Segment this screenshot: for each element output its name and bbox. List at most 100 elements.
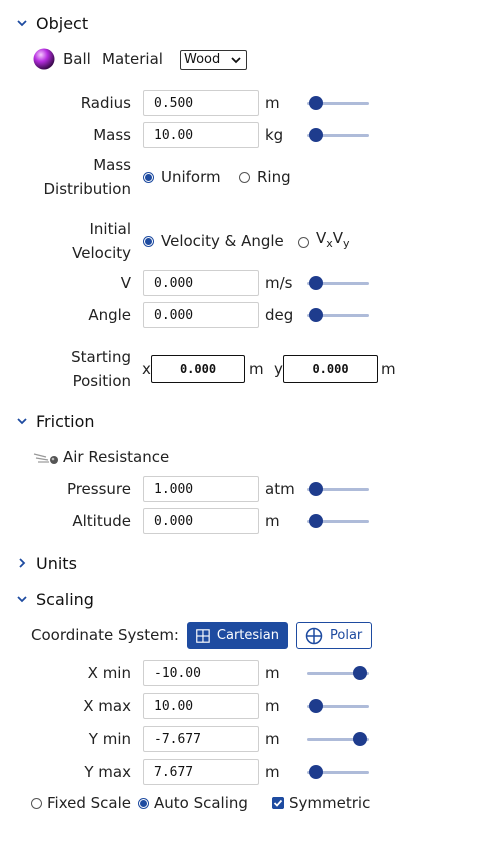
slider-knob[interactable] [309, 128, 323, 142]
mass-input[interactable]: 10.00 [143, 122, 259, 148]
xmax-slider[interactable] [305, 698, 371, 714]
scaling-section-title: Scaling [36, 589, 94, 609]
mass-distribution-label: Mass Distribution [43, 153, 131, 201]
ymax-unit: m [265, 763, 280, 781]
xmin-label: X min [87, 664, 131, 682]
x-position-input[interactable]: 0.000 [151, 355, 245, 383]
symmetric-label: Symmetric [289, 794, 371, 812]
xmax-label: X max [83, 697, 131, 715]
radius-input[interactable]: 0.500 [143, 90, 259, 116]
y-position-input[interactable]: 0.000 [283, 355, 378, 383]
x-position-label: x [142, 360, 151, 378]
mass-distribution-label-line2: Distribution [43, 180, 131, 198]
pressure-input[interactable]: 1.000 [143, 476, 259, 502]
y-position-label: y [274, 360, 283, 378]
vx-vy-radio[interactable]: VxVy [298, 229, 350, 253]
uniform-radio-label: Uniform [161, 168, 221, 186]
units-section-title: Units [36, 553, 77, 573]
units-section-toggle[interactable]: Units [16, 551, 77, 575]
slider-knob[interactable] [309, 308, 323, 322]
xmin-unit: m [265, 664, 280, 682]
mass-label: Mass [93, 126, 131, 144]
altitude-slider[interactable] [305, 513, 371, 529]
ring-radio[interactable]: Ring [239, 168, 291, 186]
mass-distribution-label-line1: Mass [93, 156, 131, 174]
pressure-slider[interactable] [305, 481, 371, 497]
mass-unit: kg [265, 126, 284, 144]
velocity-angle-radio-label: Velocity & Angle [161, 232, 284, 250]
angle-unit: deg [265, 306, 294, 324]
angle-slider[interactable] [305, 307, 371, 323]
radio-selected-icon [138, 797, 149, 809]
ymin-unit: m [265, 730, 280, 748]
uniform-radio[interactable]: Uniform [143, 168, 221, 186]
ymax-input[interactable]: 7.677 [143, 759, 259, 785]
cartesian-button[interactable]: Cartesian [187, 622, 288, 649]
symmetric-checkbox[interactable]: Symmetric [272, 794, 370, 812]
pressure-label: Pressure [66, 480, 131, 498]
slider-knob[interactable] [309, 699, 323, 713]
chevron-down-icon [17, 20, 27, 27]
angle-label: Angle [88, 306, 131, 324]
slider-knob[interactable] [309, 96, 323, 110]
fixed-scale-radio[interactable]: Fixed Scale [31, 794, 131, 812]
material-select-value: Wood [184, 52, 221, 67]
ymin-label: Y min [88, 730, 131, 748]
auto-scaling-label: Auto Scaling [154, 794, 248, 812]
chevron-down-icon [17, 596, 27, 603]
slider-knob[interactable] [309, 482, 323, 496]
friction-section-title: Friction [36, 411, 95, 431]
v-input[interactable]: 0.000 [143, 270, 259, 296]
polar-button-label: Polar [330, 628, 363, 643]
radio-unselected-icon [298, 237, 309, 248]
angle-input[interactable]: 0.000 [143, 302, 259, 328]
slider-knob[interactable] [309, 514, 323, 528]
velocity-angle-radio[interactable]: Velocity & Angle [143, 232, 284, 250]
ymax-label: Y max [84, 763, 131, 781]
radius-unit: m [265, 94, 280, 112]
object-section-toggle[interactable]: Object [16, 11, 88, 35]
scaling-section-toggle[interactable]: Scaling [16, 587, 94, 611]
cartesian-button-label: Cartesian [216, 628, 279, 643]
slider-knob[interactable] [353, 732, 367, 746]
slider-knob[interactable] [309, 276, 323, 290]
pressure-unit: atm [265, 480, 295, 498]
ring-radio-label: Ring [257, 168, 291, 186]
object-section-title: Object [36, 13, 89, 33]
initial-velocity-label-line1: Initial [89, 220, 131, 238]
grid-icon [196, 628, 210, 643]
starting-position-label: Starting Position [71, 345, 131, 393]
air-resistance-label: Air Resistance [63, 448, 170, 466]
ball-label: Ball [63, 50, 91, 68]
friction-section-toggle[interactable]: Friction [16, 409, 95, 433]
v-slider[interactable] [305, 275, 371, 291]
material-select[interactable]: Wood [180, 50, 247, 70]
ball-icon [33, 48, 55, 70]
altitude-unit: m [265, 512, 280, 530]
y-position-unit: m [381, 360, 396, 378]
altitude-label: Altitude [72, 512, 131, 530]
coordinate-system-label: Coordinate System: [31, 626, 179, 644]
polar-button[interactable]: Polar [296, 622, 372, 649]
slider-knob[interactable] [309, 765, 323, 779]
radio-selected-icon [143, 235, 154, 247]
radius-label: Radius [80, 94, 131, 112]
mass-slider[interactable] [305, 127, 371, 143]
slider-knob[interactable] [353, 666, 367, 680]
chevron-right-icon [19, 558, 26, 568]
xmin-slider[interactable] [305, 665, 371, 681]
auto-scaling-radio[interactable]: Auto Scaling [138, 794, 248, 812]
v-unit: m/s [265, 274, 293, 292]
radio-selected-icon [143, 171, 154, 183]
xmin-input[interactable]: -10.00 [143, 660, 259, 686]
x-position-unit: m [249, 360, 264, 378]
ymin-slider[interactable] [305, 731, 371, 747]
xmax-input[interactable]: 10.00 [143, 693, 259, 719]
checkbox-checked-icon [272, 797, 284, 809]
ymin-input[interactable]: -7.677 [143, 726, 259, 752]
initial-velocity-label: Initial Velocity [72, 217, 131, 265]
ymax-slider[interactable] [305, 764, 371, 780]
radius-slider[interactable] [305, 95, 371, 111]
material-label: Material [102, 50, 163, 68]
altitude-input[interactable]: 0.000 [143, 508, 259, 534]
